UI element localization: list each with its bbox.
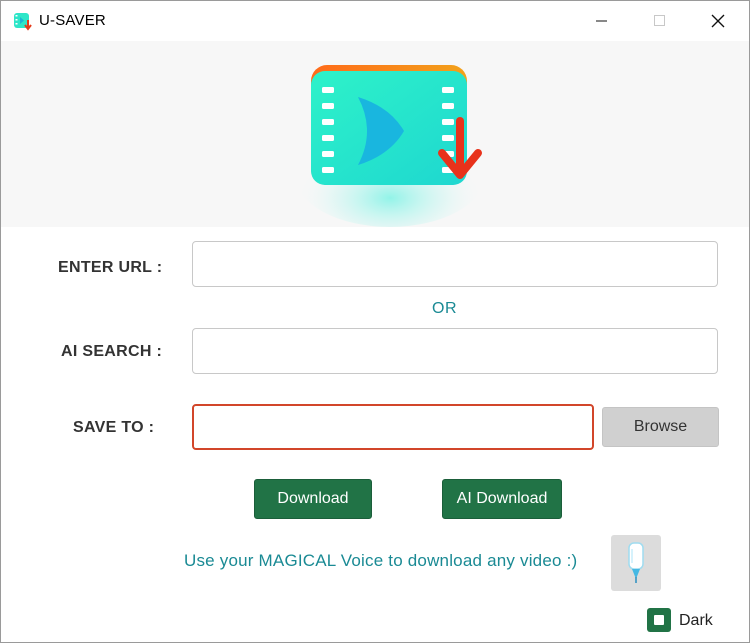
close-icon [711, 14, 725, 28]
maximize-button[interactable] [631, 1, 689, 41]
dark-mode-checkbox[interactable] [647, 608, 671, 632]
voice-prompt: Use your MAGICAL Voice to download any v… [184, 551, 578, 570]
download-button[interactable]: Download [254, 479, 372, 519]
app-logo-icon [14, 13, 32, 31]
dark-mode-label: Dark [679, 612, 713, 629]
save-to-label: SAVE TO : [73, 419, 155, 436]
url-input[interactable] [192, 241, 718, 287]
minimize-icon [596, 20, 607, 22]
window-title: U-SAVER [39, 12, 106, 29]
close-button[interactable] [689, 1, 747, 41]
voice-mic-button[interactable] [611, 535, 661, 591]
video-download-logo-icon [295, 65, 485, 227]
url-label: ENTER URL : [58, 259, 163, 276]
microphone-icon [628, 542, 644, 583]
ai-search-label: AI SEARCH : [61, 343, 163, 360]
save-to-input[interactable] [192, 404, 594, 450]
ai-search-input[interactable] [192, 328, 718, 374]
browse-button[interactable]: Browse [602, 407, 719, 447]
logo-banner [1, 41, 749, 227]
or-separator: OR [432, 300, 457, 317]
maximize-icon [654, 15, 665, 26]
app-window: U-SAVER ENTER URL: OR AI SEARCH: SAVE … [0, 0, 750, 643]
title-bar[interactable]: U-SAVER [1, 1, 749, 41]
ai-download-button[interactable]: AI Download [442, 479, 562, 519]
minimize-button[interactable] [573, 1, 631, 41]
